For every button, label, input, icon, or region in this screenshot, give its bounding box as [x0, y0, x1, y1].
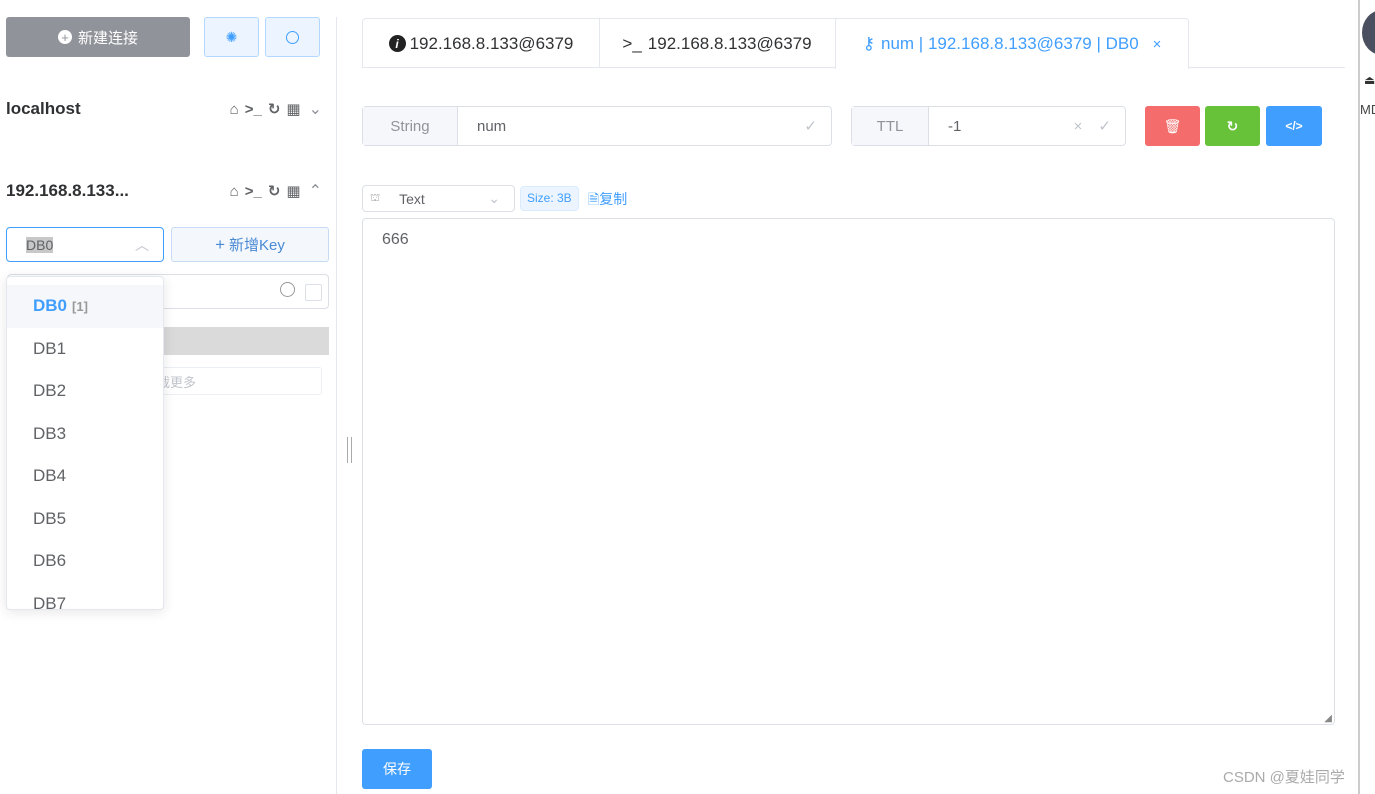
- refresh-icon[interactable]: ↻: [268, 100, 281, 118]
- terminal-icon[interactable]: >_: [245, 101, 262, 118]
- db-select[interactable]: DB0 ︿: [6, 227, 164, 262]
- key-icon: ⚷: [862, 34, 876, 53]
- select-all-checkbox[interactable]: [305, 284, 322, 301]
- db-option[interactable]: DB2: [7, 370, 163, 413]
- chevron-up-icon: ︿: [135, 236, 149, 253]
- save-button[interactable]: 保存: [362, 749, 432, 789]
- check-icon[interactable]: ✓: [804, 117, 817, 135]
- db-option[interactable]: DB5: [7, 498, 163, 541]
- grid-icon[interactable]: ▦: [286, 100, 300, 118]
- db-option-db0[interactable]: DB0 [1]: [7, 285, 163, 328]
- close-icon[interactable]: ×: [1153, 36, 1162, 53]
- refresh-key-button[interactable]: ↻: [1205, 106, 1260, 146]
- size-badge: Size: 3B: [520, 186, 579, 211]
- home-icon[interactable]: ⌂: [230, 101, 239, 118]
- right-panel: ⏏ MD: [1358, 0, 1375, 794]
- connection-remote[interactable]: 192.168.8.133... ⌂ >_ ↻ ▦ ⌃: [6, 178, 322, 204]
- sitemap-icon: ⛫: [370, 191, 381, 204]
- history-button[interactable]: [265, 17, 320, 57]
- plus-circle-icon: +: [57, 30, 72, 44]
- clock-icon: [286, 30, 299, 44]
- refresh-icon[interactable]: ↻: [268, 182, 281, 200]
- refresh-icon: ↻: [1226, 117, 1239, 134]
- sidebar-divider: [336, 17, 337, 794]
- value-textarea[interactable]: 666 ◢: [362, 218, 1335, 725]
- watermark: CSDN @夏娃同学: [1223, 769, 1345, 786]
- terminal-icon: >_: [622, 33, 642, 53]
- db-option[interactable]: DB3: [7, 413, 163, 456]
- db-option[interactable]: DB1: [7, 328, 163, 371]
- delete-key-button[interactable]: 🗑: [1145, 106, 1200, 146]
- db-option[interactable]: DB6: [7, 540, 163, 583]
- trash-icon: 🗑: [1163, 117, 1182, 134]
- chevron-down-icon: ⌄: [488, 190, 500, 206]
- plus-icon: +: [215, 234, 226, 254]
- ttl-field[interactable]: TTL -1 × ✓: [851, 106, 1126, 146]
- info-icon: i: [388, 35, 406, 52]
- dump-command-button[interactable]: </>: [1266, 106, 1322, 146]
- home-icon[interactable]: ⌂: [230, 183, 239, 200]
- chevron-up-icon[interactable]: ⌃: [309, 181, 322, 201]
- document-icon: 🗎: [588, 191, 600, 207]
- format-select[interactable]: ⛫ Text ⌄: [362, 185, 515, 212]
- db-option[interactable]: DB4: [7, 455, 163, 498]
- grid-icon[interactable]: ▦: [286, 182, 300, 200]
- db-option[interactable]: DB7: [7, 583, 163, 609]
- new-connection-button[interactable]: + 新建连接: [6, 17, 190, 57]
- check-icon[interactable]: ✓: [1098, 117, 1111, 135]
- code-icon: </>: [1285, 119, 1303, 133]
- avatar[interactable]: [1362, 10, 1375, 55]
- tab-info[interactable]: i 192.168.8.133@6379: [362, 18, 600, 68]
- clear-icon[interactable]: ×: [1074, 118, 1083, 135]
- resize-grip-icon[interactable]: ◢: [1324, 713, 1332, 724]
- eject-icon: ⏏: [1364, 73, 1375, 87]
- new-key-button[interactable]: + 新增Key: [171, 227, 329, 262]
- terminal-icon[interactable]: >_: [245, 183, 262, 200]
- connection-localhost[interactable]: localhost ⌂ >_ ↻ ▦ ⌄: [6, 96, 322, 122]
- key-name-field[interactable]: String num ✓: [362, 106, 832, 146]
- gear-icon: ✺: [225, 28, 238, 45]
- search-icon: [280, 282, 295, 297]
- db-dropdown: DB0 [1] DB1 DB2 DB3 DB4 DB5 DB6 DB7: [6, 276, 164, 610]
- resize-handle[interactable]: [347, 437, 352, 463]
- chevron-down-icon[interactable]: ⌄: [309, 99, 322, 119]
- settings-button[interactable]: ✺: [204, 17, 259, 57]
- copy-link[interactable]: 🗎复制: [588, 189, 627, 213]
- tab-terminal[interactable]: >_ 192.168.8.133@6379: [599, 18, 836, 68]
- tab-key[interactable]: ⚷ num | 192.168.8.133@6379 | DB0 ×: [835, 18, 1189, 69]
